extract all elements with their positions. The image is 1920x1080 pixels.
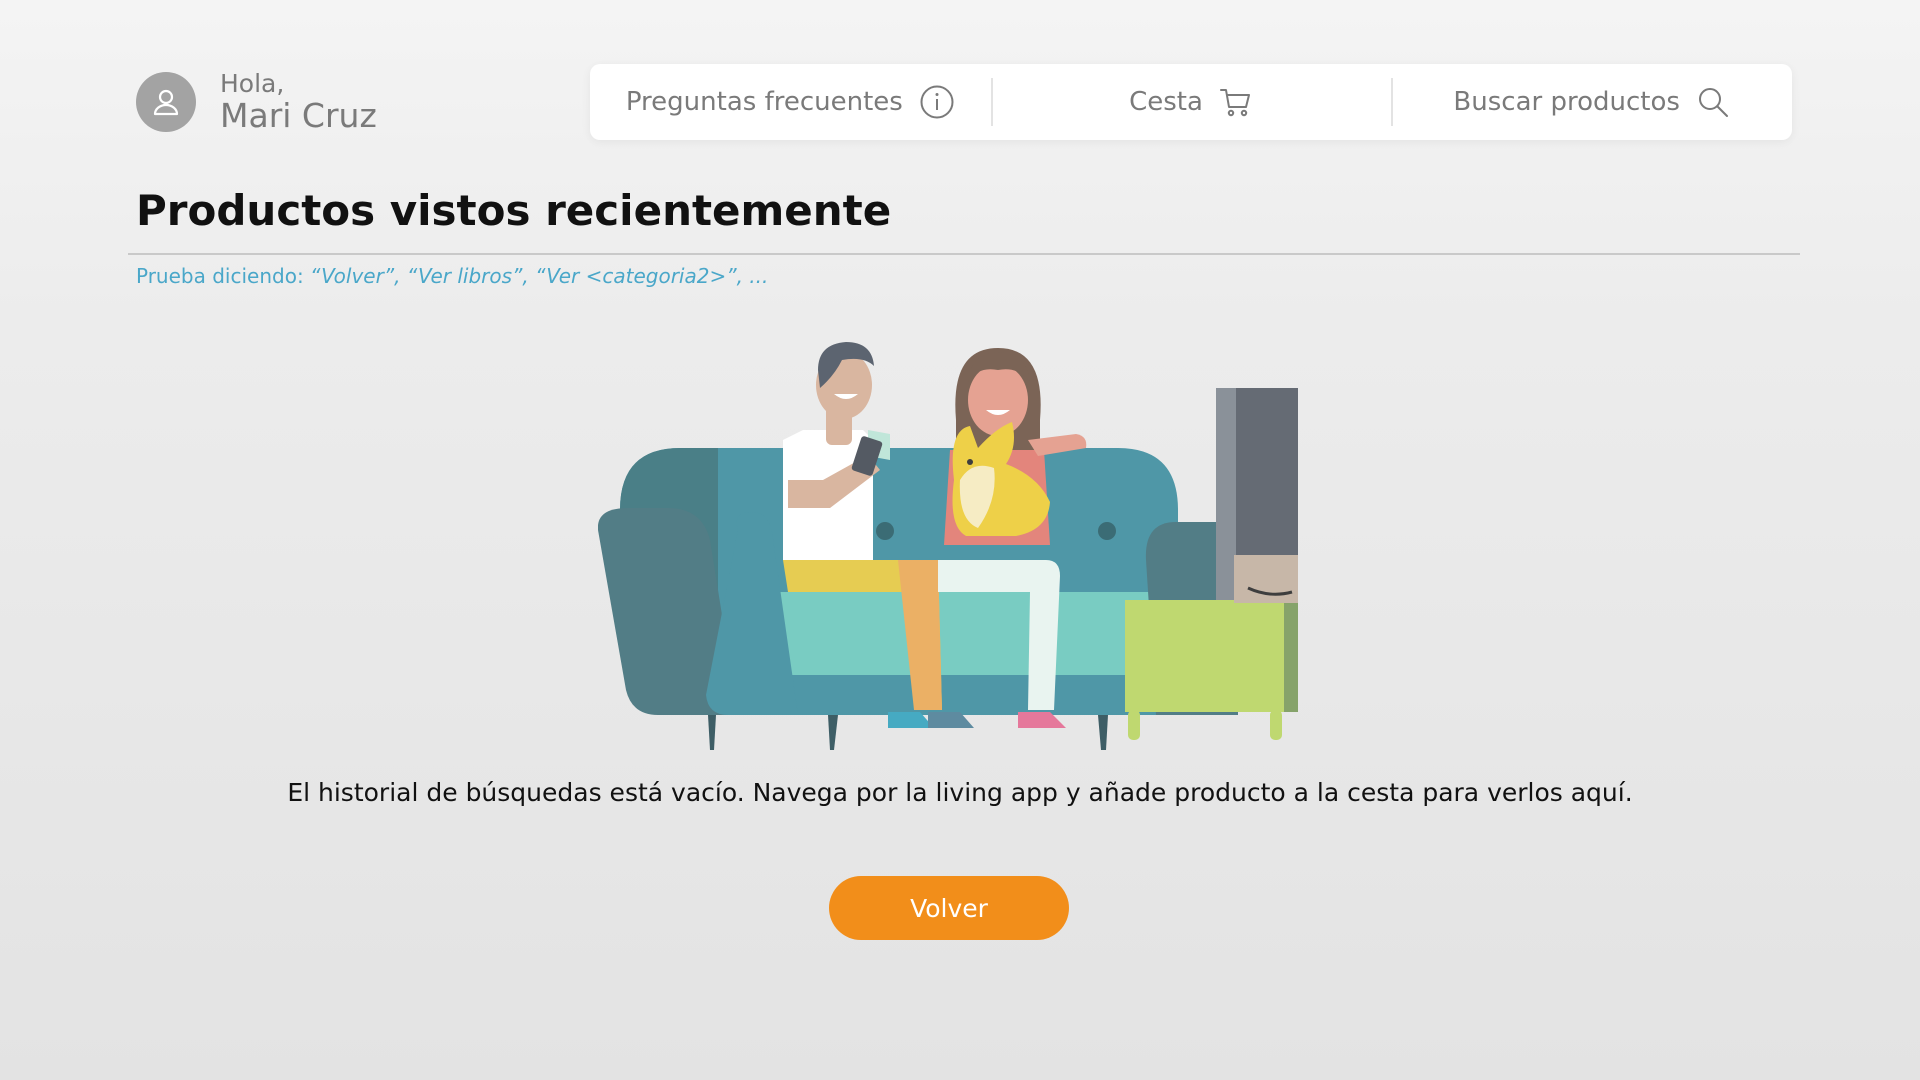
couple-on-sofa-illustration [598,342,1298,750]
voice-hint: Prueba diciendo: “Volver”, “Ver libros”,… [136,264,768,288]
user-greeting: Hola, Mari Cruz [136,70,377,134]
search-button[interactable]: Buscar productos [1391,64,1792,140]
user-icon [136,71,196,132]
back-button[interactable]: Volver [829,876,1069,940]
search-icon [1696,85,1730,119]
title-divider [128,253,1800,255]
hint-prefix: Prueba diciendo: [136,264,311,288]
cart-button[interactable]: Cesta [990,64,1392,140]
cart-icon [1219,85,1253,119]
info-icon [919,84,955,120]
greeting-text: Hola, [220,69,285,98]
empty-history-message: El historial de búsquedas está vacío. Na… [287,778,1633,807]
faq-label: Preguntas frecuentes [625,87,903,117]
faq-button[interactable]: Preguntas frecuentes [590,64,991,140]
search-label: Buscar productos [1453,87,1680,117]
top-nav: Preguntas frecuentes Cesta Buscar produc… [590,64,1792,140]
user-name: Mari Cruz [220,95,377,135]
cart-label: Cesta [1129,87,1203,117]
hint-examples: “Volver”, “Ver libros”, “Ver <categoria2… [310,264,769,288]
page-title: Productos vistos recientemente [136,186,892,235]
